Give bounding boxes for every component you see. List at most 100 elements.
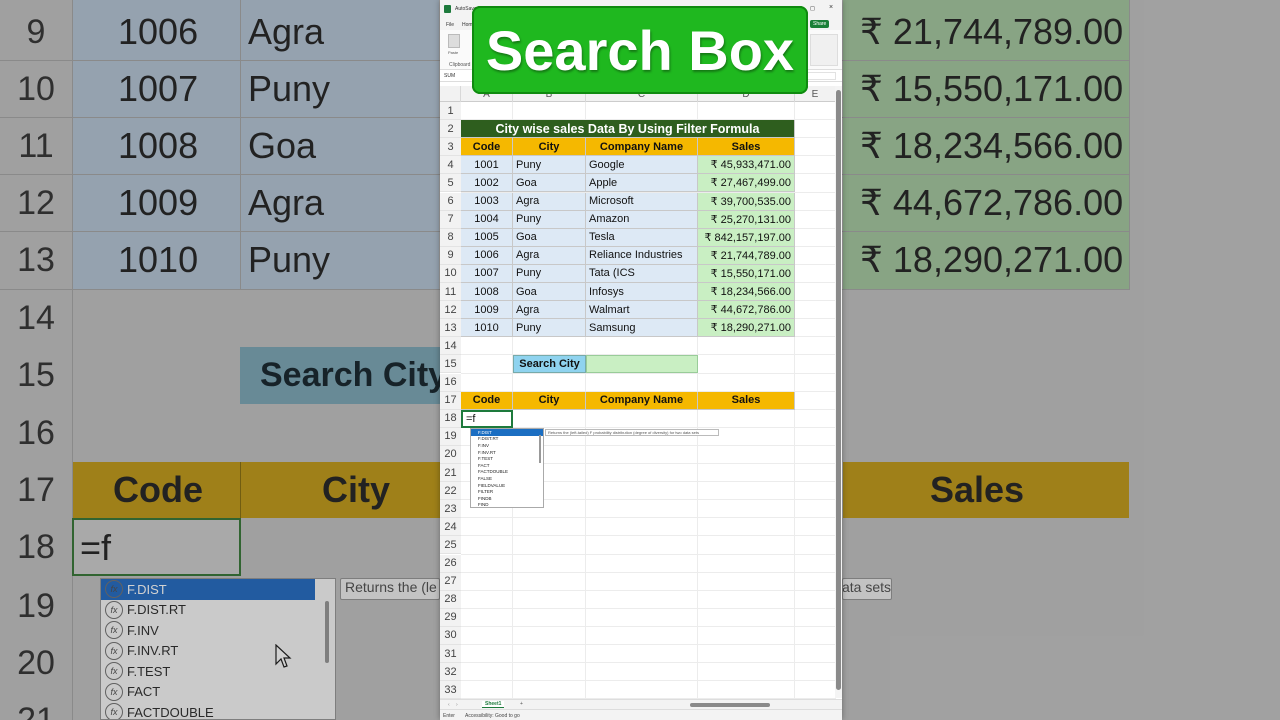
table-cell[interactable]: Puny	[513, 319, 586, 338]
table-cell[interactable]: ₹ 21,744,789.00	[698, 246, 795, 265]
autocomplete-item[interactable]: F.DIST.RT	[471, 436, 543, 443]
table-cell[interactable]: Infosys	[586, 283, 698, 302]
row-header[interactable]: 7	[440, 210, 461, 229]
table-header[interactable]: Sales	[698, 138, 795, 157]
row-header[interactable]: 14	[440, 337, 461, 356]
active-cell[interactable]: =f	[461, 409, 513, 428]
table-header[interactable]: City	[513, 138, 586, 157]
table-cell[interactable]: 1006	[461, 246, 513, 265]
table-cell[interactable]: ₹ 25,270,131.00	[698, 210, 795, 229]
vertical-scrollbar[interactable]	[835, 86, 842, 698]
autocomplete-item[interactable]: FIELDVALUE	[471, 482, 543, 489]
tab-scroll-left-icon[interactable]: ‹	[448, 702, 450, 708]
autocomplete-item[interactable]: FINDB	[471, 495, 543, 502]
table-cell[interactable]: 1010	[461, 319, 513, 338]
table-header[interactable]: Code	[461, 138, 513, 157]
row-header[interactable]: 22	[440, 482, 461, 501]
table-cell[interactable]: ₹ 39,700,535.00	[698, 192, 795, 211]
row-header[interactable]: 5	[440, 174, 461, 193]
autocomplete-item[interactable]: FIND	[471, 502, 543, 507]
row-header[interactable]: 12	[440, 301, 461, 320]
paste-icon[interactable]	[448, 34, 460, 48]
row-header[interactable]: 3	[440, 138, 461, 157]
sheet-tab-sheet1[interactable]: Sheet1	[482, 701, 505, 708]
table-cell[interactable]: ₹ 18,290,271.00	[698, 319, 795, 338]
table-cell[interactable]: ₹ 842,157,197.00	[698, 228, 795, 247]
autocomplete-item[interactable]: F.DIST	[471, 429, 543, 436]
table-cell[interactable]: 1002	[461, 174, 513, 193]
table-cell[interactable]: 1004	[461, 210, 513, 229]
table-cell[interactable]: Amazon	[586, 210, 698, 229]
table-cell[interactable]: 1008	[461, 283, 513, 302]
restore-icon[interactable]: ◻	[810, 5, 815, 12]
autocomplete-item[interactable]: F.INV.RT	[471, 449, 543, 456]
table-cell[interactable]: Goa	[513, 283, 586, 302]
autocomplete-item[interactable]: F.INV	[471, 442, 543, 449]
table-cell[interactable]: 1003	[461, 192, 513, 211]
table-cell[interactable]: Tata (ICS	[586, 264, 698, 283]
table-cell[interactable]: Agra	[513, 192, 586, 211]
row-header[interactable]: 18	[440, 409, 461, 428]
table-cell[interactable]: Agra	[513, 246, 586, 265]
autocomplete-item[interactable]: FACTDOUBLE	[471, 469, 543, 476]
row-header[interactable]: 11	[440, 283, 461, 302]
cut-copy-icons[interactable]	[462, 34, 468, 62]
table-cell[interactable]: Apple	[586, 174, 698, 193]
table-cell[interactable]: Agra	[513, 301, 586, 320]
table-cell[interactable]: ₹ 15,550,171.00	[698, 264, 795, 283]
row-header[interactable]: 32	[440, 663, 461, 682]
result-header[interactable]: Company Name	[586, 391, 698, 410]
row-header[interactable]: 20	[440, 445, 461, 464]
menu-file[interactable]: File	[446, 22, 454, 28]
table-cell[interactable]: 1001	[461, 156, 513, 175]
row-header[interactable]: 16	[440, 373, 461, 392]
row-header[interactable]: 24	[440, 518, 461, 537]
row-header[interactable]: 28	[440, 590, 461, 609]
table-cell[interactable]: Samsung	[586, 319, 698, 338]
autocomplete-item[interactable]: F.TEST	[471, 455, 543, 462]
row-header[interactable]: 23	[440, 500, 461, 519]
share-button[interactable]: Share	[810, 20, 830, 28]
table-header[interactable]: Company Name	[586, 138, 698, 157]
row-header[interactable]: 25	[440, 536, 461, 555]
table-cell[interactable]: Goa	[513, 174, 586, 193]
row-header[interactable]: 33	[440, 681, 461, 700]
add-sheet-button[interactable]: +	[520, 701, 523, 707]
row-header[interactable]: 27	[440, 572, 461, 591]
row-header[interactable]: 17	[440, 391, 461, 410]
row-header[interactable]: 30	[440, 626, 461, 645]
table-cell[interactable]: ₹ 44,672,786.00	[698, 301, 795, 320]
result-header[interactable]: City	[513, 391, 586, 410]
result-header[interactable]: Code	[461, 391, 513, 410]
row-header[interactable]: 6	[440, 192, 461, 211]
table-cell[interactable]: 1005	[461, 228, 513, 247]
table-cell[interactable]: Microsoft	[586, 192, 698, 211]
table-cell[interactable]: Reliance Industries	[586, 246, 698, 265]
search-city-input[interactable]	[586, 355, 698, 374]
table-cell[interactable]: Goa	[513, 228, 586, 247]
table-cell[interactable]: Walmart	[586, 301, 698, 320]
table-cell[interactable]: Tesla	[586, 228, 698, 247]
row-header[interactable]: 8	[440, 228, 461, 247]
table-cell[interactable]: ₹ 45,933,471.00	[698, 156, 795, 175]
table-cell[interactable]: Puny	[513, 210, 586, 229]
tab-scroll-right-icon[interactable]: ›	[456, 702, 458, 708]
table-cell[interactable]: ₹ 27,467,499.00	[698, 174, 795, 193]
table-cell[interactable]: Puny	[513, 264, 586, 283]
autocomplete-item[interactable]: FACT	[471, 462, 543, 469]
row-header[interactable]: 1	[440, 102, 461, 121]
status-accessibility[interactable]: Accessibility: Good to go	[465, 713, 520, 719]
row-header[interactable]: 4	[440, 156, 461, 175]
row-header[interactable]: 9	[440, 246, 461, 265]
row-header[interactable]: 29	[440, 608, 461, 627]
row-header[interactable]: 26	[440, 554, 461, 573]
table-cell[interactable]: 1007	[461, 264, 513, 283]
close-icon[interactable]: ×	[829, 4, 833, 11]
table-cell[interactable]: ₹ 18,234,566.00	[698, 283, 795, 302]
row-header[interactable]: 15	[440, 355, 461, 374]
name-box[interactable]: SUM	[444, 73, 455, 79]
row-header[interactable]: 10	[440, 264, 461, 283]
horizontal-scroll-thumb[interactable]	[690, 703, 770, 707]
table-cell[interactable]: Google	[586, 156, 698, 175]
row-header[interactable]: 21	[440, 464, 461, 483]
